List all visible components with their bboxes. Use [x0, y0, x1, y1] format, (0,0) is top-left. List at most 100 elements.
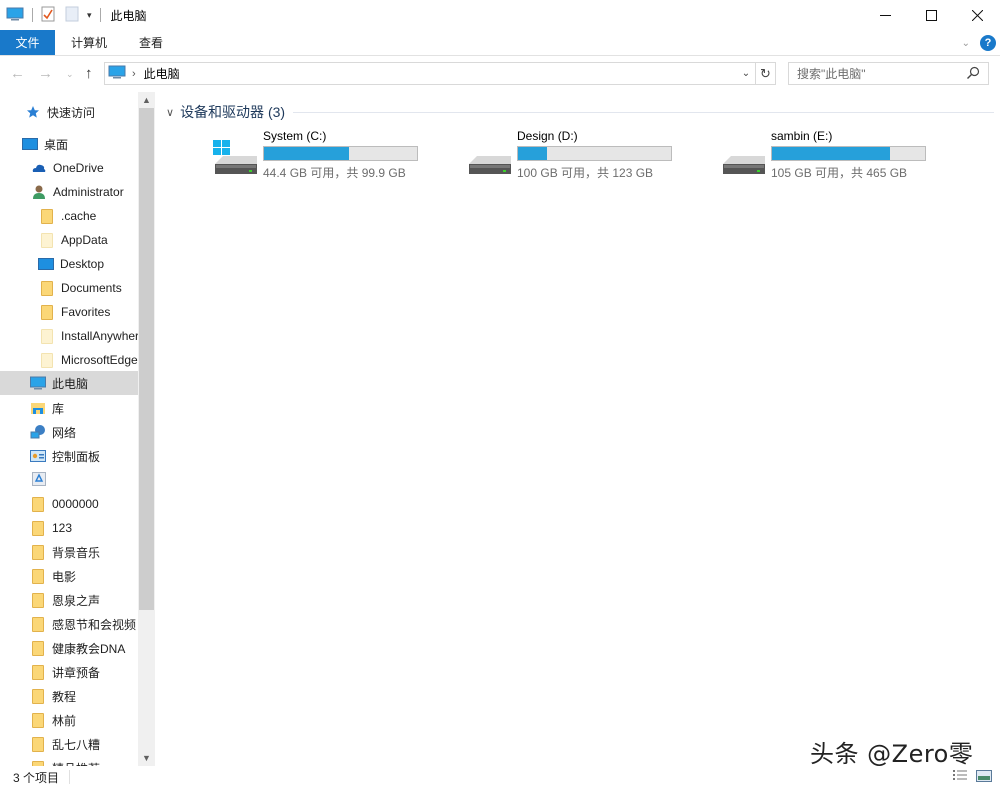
folder-icon	[32, 568, 44, 584]
search-box[interactable]	[788, 62, 989, 85]
help-icon[interactable]: ?	[980, 35, 996, 51]
tab-file[interactable]: 文件	[0, 30, 55, 55]
nav-item-label: Administrator	[53, 185, 124, 199]
nav-item-label: 林前	[52, 713, 77, 728]
drive-item-c[interactable]: System (C:) 44.4 GB 可用，共 99.9 GB	[213, 128, 463, 182]
network-icon	[30, 424, 46, 440]
search-input[interactable]	[789, 66, 959, 81]
nav-item-microsoftedge[interactable]: MicrosoftEdgeBackups	[0, 348, 138, 372]
breadcrumb-this-pc[interactable]: 此电脑	[144, 65, 180, 82]
refresh-button[interactable]: ↻	[755, 63, 775, 84]
folder-hidden-icon	[41, 352, 53, 368]
nav-item-folder-featured[interactable]: 精品推荐	[0, 756, 138, 766]
nav-item-desktop[interactable]: 桌面	[0, 132, 138, 156]
folder-icon	[32, 712, 44, 728]
navigation-pane: 快速访问 桌面 OneDrive Administrator .cache Ap…	[0, 92, 156, 766]
large-icons-view-button[interactable]	[976, 769, 992, 786]
nav-item-library[interactable]: 库	[0, 396, 138, 420]
drive-usage-fill	[772, 147, 891, 160]
nav-item-onedrive[interactable]: OneDrive	[0, 156, 138, 180]
nav-item-recycle-bin[interactable]	[0, 468, 138, 492]
folder-hidden-icon	[41, 328, 53, 344]
nav-item-control-panel[interactable]: 控制面板	[0, 444, 138, 468]
minimize-button[interactable]	[862, 0, 908, 30]
nav-item-label: 0000000	[52, 497, 99, 511]
up-button[interactable]: ↑	[85, 65, 93, 82]
drive-icon	[469, 156, 511, 174]
recent-locations-icon[interactable]: ⌄	[66, 69, 74, 80]
collapse-chevron-icon[interactable]: ∨	[166, 106, 174, 119]
nav-item-label: 123	[52, 521, 73, 535]
group-header-devices[interactable]: ∨ 设备和驱动器 (3)	[166, 102, 994, 122]
divider	[32, 8, 33, 22]
drive-space-info: 100 GB 可用，共 123 GB	[517, 166, 654, 180]
address-row: ← → ⌄ ↑ › 此电脑 ⌄ ↻	[0, 57, 1000, 91]
address-bar[interactable]: › 此电脑 ⌄ ↻	[104, 62, 776, 85]
watermark: 头条 @Zero零	[810, 740, 974, 768]
content-pane: ∨ 设备和驱动器 (3) System (C:) 44.4 GB 可用，共 99…	[160, 92, 1000, 766]
nav-item-label: AppData	[61, 233, 108, 247]
expand-ribbon-icon[interactable]: ⌄	[962, 38, 970, 49]
address-dropdown-icon[interactable]: ⌄	[739, 63, 753, 84]
drive-usage-bar	[771, 146, 926, 161]
nav-item-appdata[interactable]: AppData	[0, 228, 138, 252]
folder-icon	[41, 208, 53, 224]
scrollbar-thumb[interactable]	[139, 108, 154, 610]
folder-icon	[32, 520, 44, 536]
new-folder-icon[interactable]	[65, 6, 79, 25]
nav-item-administrator[interactable]: Administrator	[0, 180, 138, 204]
tab-view[interactable]: 查看	[123, 30, 179, 55]
nav-item-folder-123[interactable]: 123	[0, 516, 138, 540]
nav-item-documents[interactable]: Documents	[0, 276, 138, 300]
search-icon[interactable]	[966, 66, 980, 83]
group-label: 设备和驱动器 (3)	[180, 104, 286, 120]
large-icons-view-icon	[976, 770, 992, 782]
customize-dropdown-icon[interactable]: ▾	[87, 10, 92, 21]
maximize-button[interactable]	[908, 0, 954, 30]
nav-scrollbar[interactable]: ▲ ▼	[138, 92, 155, 766]
folder-icon	[32, 616, 44, 632]
forward-button[interactable]: →	[38, 65, 53, 82]
nav-item-label: Desktop	[60, 257, 105, 271]
nav-item-folder-enquan[interactable]: 恩泉之声	[0, 588, 138, 612]
nav-item-folder-tutorial[interactable]: 教程	[0, 684, 138, 708]
nav-item-network[interactable]: 网络	[0, 420, 138, 444]
details-view-icon	[953, 770, 967, 780]
scroll-down-icon[interactable]: ▼	[138, 750, 155, 766]
drive-usage-bar	[517, 146, 672, 161]
details-view-button[interactable]	[952, 769, 968, 786]
tab-computer[interactable]: 计算机	[55, 30, 123, 55]
nav-item-folder-0000000[interactable]: 0000000	[0, 492, 138, 516]
nav-item-label: 乱七八糟	[52, 737, 101, 752]
nav-item-installanywhere[interactable]: InstallAnywhere	[0, 324, 138, 348]
status-bar: 3 个项目	[0, 766, 1000, 788]
drive-item-d[interactable]: Design (D:) 100 GB 可用，共 123 GB	[467, 128, 717, 182]
desktop-icon	[22, 136, 38, 152]
nav-item-folder-misc[interactable]: 乱七八糟	[0, 732, 138, 756]
drive-item-e[interactable]: sambin (E:) 105 GB 可用，共 465 GB	[721, 128, 971, 182]
nav-item-favorites[interactable]: Favorites	[0, 300, 138, 324]
nav-item-label: 感恩节和会视频	[52, 617, 137, 632]
nav-item-folder-corinthians[interactable]: 林前	[0, 708, 138, 732]
nav-item-cache[interactable]: .cache	[0, 204, 138, 228]
folder-icon	[32, 736, 44, 752]
nav-item-folder-bgm[interactable]: 背景音乐	[0, 540, 138, 564]
nav-item-desktop-folder[interactable]: Desktop	[0, 252, 138, 276]
scroll-up-icon[interactable]: ▲	[138, 92, 155, 108]
properties-icon[interactable]	[41, 6, 55, 25]
nav-item-this-pc[interactable]: 此电脑	[0, 371, 138, 395]
nav-item-folder-movies[interactable]: 电影	[0, 564, 138, 588]
nav-item-folder-thanksgiving[interactable]: 感恩节和会视频	[0, 612, 138, 636]
nav-item-folder-dna[interactable]: 健康教会DNA	[0, 636, 138, 660]
nav-item-quick-access[interactable]: 快速访问	[0, 100, 138, 124]
folder-icon	[41, 280, 53, 296]
nav-item-label: 桌面	[44, 137, 69, 152]
folder-icon	[32, 640, 44, 656]
close-button[interactable]	[954, 0, 1000, 30]
breadcrumb-chevron-icon[interactable]: ›	[132, 68, 136, 80]
nav-item-label: 健康教会DNA	[52, 641, 126, 656]
back-button[interactable]: ←	[10, 65, 25, 82]
folder-hidden-icon	[41, 232, 53, 248]
drive-name: System (C:)	[263, 129, 327, 143]
nav-item-folder-sermon[interactable]: 讲章预备	[0, 660, 138, 684]
